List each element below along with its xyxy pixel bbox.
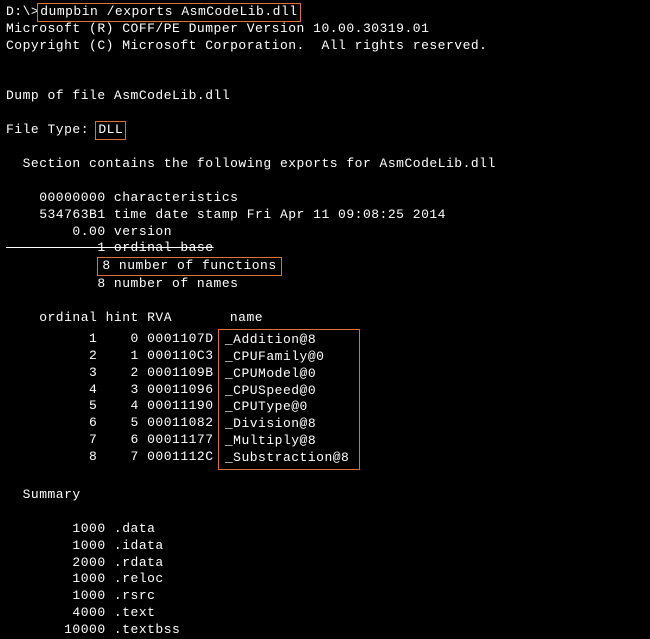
export-table-left: ordinal hint RVA 1 0 0001107D 2 1 000110… [6, 310, 222, 466]
summary-row: 1000 .idata [6, 538, 644, 555]
table-row: 1 0 0001107D [6, 331, 222, 348]
prompt-line[interactable]: D:\>dumpbin /exports AsmCodeLib.dll [6, 4, 644, 21]
summary-row: 10000 .textbss [6, 622, 644, 639]
timestamp: 534763B1 time date stamp Fri Apr 11 09:0… [6, 207, 644, 224]
table-row: 7 6 00011177 [6, 432, 222, 449]
export-name: _CPUModel@0 [225, 366, 350, 383]
table-row: 8 7 0001112C [6, 449, 222, 466]
summary-row: 1000 .data [6, 521, 644, 538]
banner-2: Copyright (C) Microsoft Corporation. All… [6, 38, 644, 55]
prompt: D:\> [6, 4, 39, 19]
export-name: _Division@8 [225, 416, 350, 433]
export-name: _Multiply@8 [225, 433, 350, 450]
summary-label: Summary [6, 487, 644, 504]
table-header-name: name [222, 310, 361, 327]
dump-of-file: Dump of file AsmCodeLib.dll [6, 88, 644, 105]
table-row: 3 2 0001109B [6, 365, 222, 382]
num-functions-line: 8 number of functions [6, 257, 644, 276]
section-header: Section contains the following exports f… [6, 156, 644, 173]
table-row: 2 1 000110C3 [6, 348, 222, 365]
summary-row: 2000 .rdata [6, 555, 644, 572]
version: 0.00 version [6, 224, 644, 241]
table-row: 5 4 00011190 [6, 398, 222, 415]
export-name: _CPUType@0 [225, 399, 350, 416]
file-type-label: File Type: [6, 122, 97, 137]
command: dumpbin /exports AsmCodeLib.dll [37, 3, 300, 22]
export-name: _CPUFamily@0 [225, 349, 350, 366]
export-name: _Addition@8 [225, 332, 350, 349]
characteristics: 00000000 characteristics [6, 190, 644, 207]
table-header-left: ordinal hint RVA [6, 310, 222, 327]
export-name: _CPUSpeed@0 [225, 383, 350, 400]
num-names: 8 number of names [6, 276, 644, 293]
banner-1: Microsoft (R) COFF/PE Dumper Version 10.… [6, 21, 644, 38]
file-type-line: File Type: DLL [6, 122, 644, 139]
table-row: 6 5 00011082 [6, 415, 222, 432]
summary-row: 4000 .text [6, 605, 644, 622]
table-row: 4 3 00011096 [6, 382, 222, 399]
ordinal-base: 1 ordinal base [6, 240, 644, 257]
summary-row: 1000 .rsrc [6, 588, 644, 605]
num-functions: 8 number of functions [97, 257, 281, 276]
file-type-value: DLL [95, 121, 126, 140]
export-table-names: name _Addition@8 _CPUFamily@0 _CPUModel@… [222, 310, 361, 470]
export-name: _Substraction@8 [225, 450, 350, 467]
